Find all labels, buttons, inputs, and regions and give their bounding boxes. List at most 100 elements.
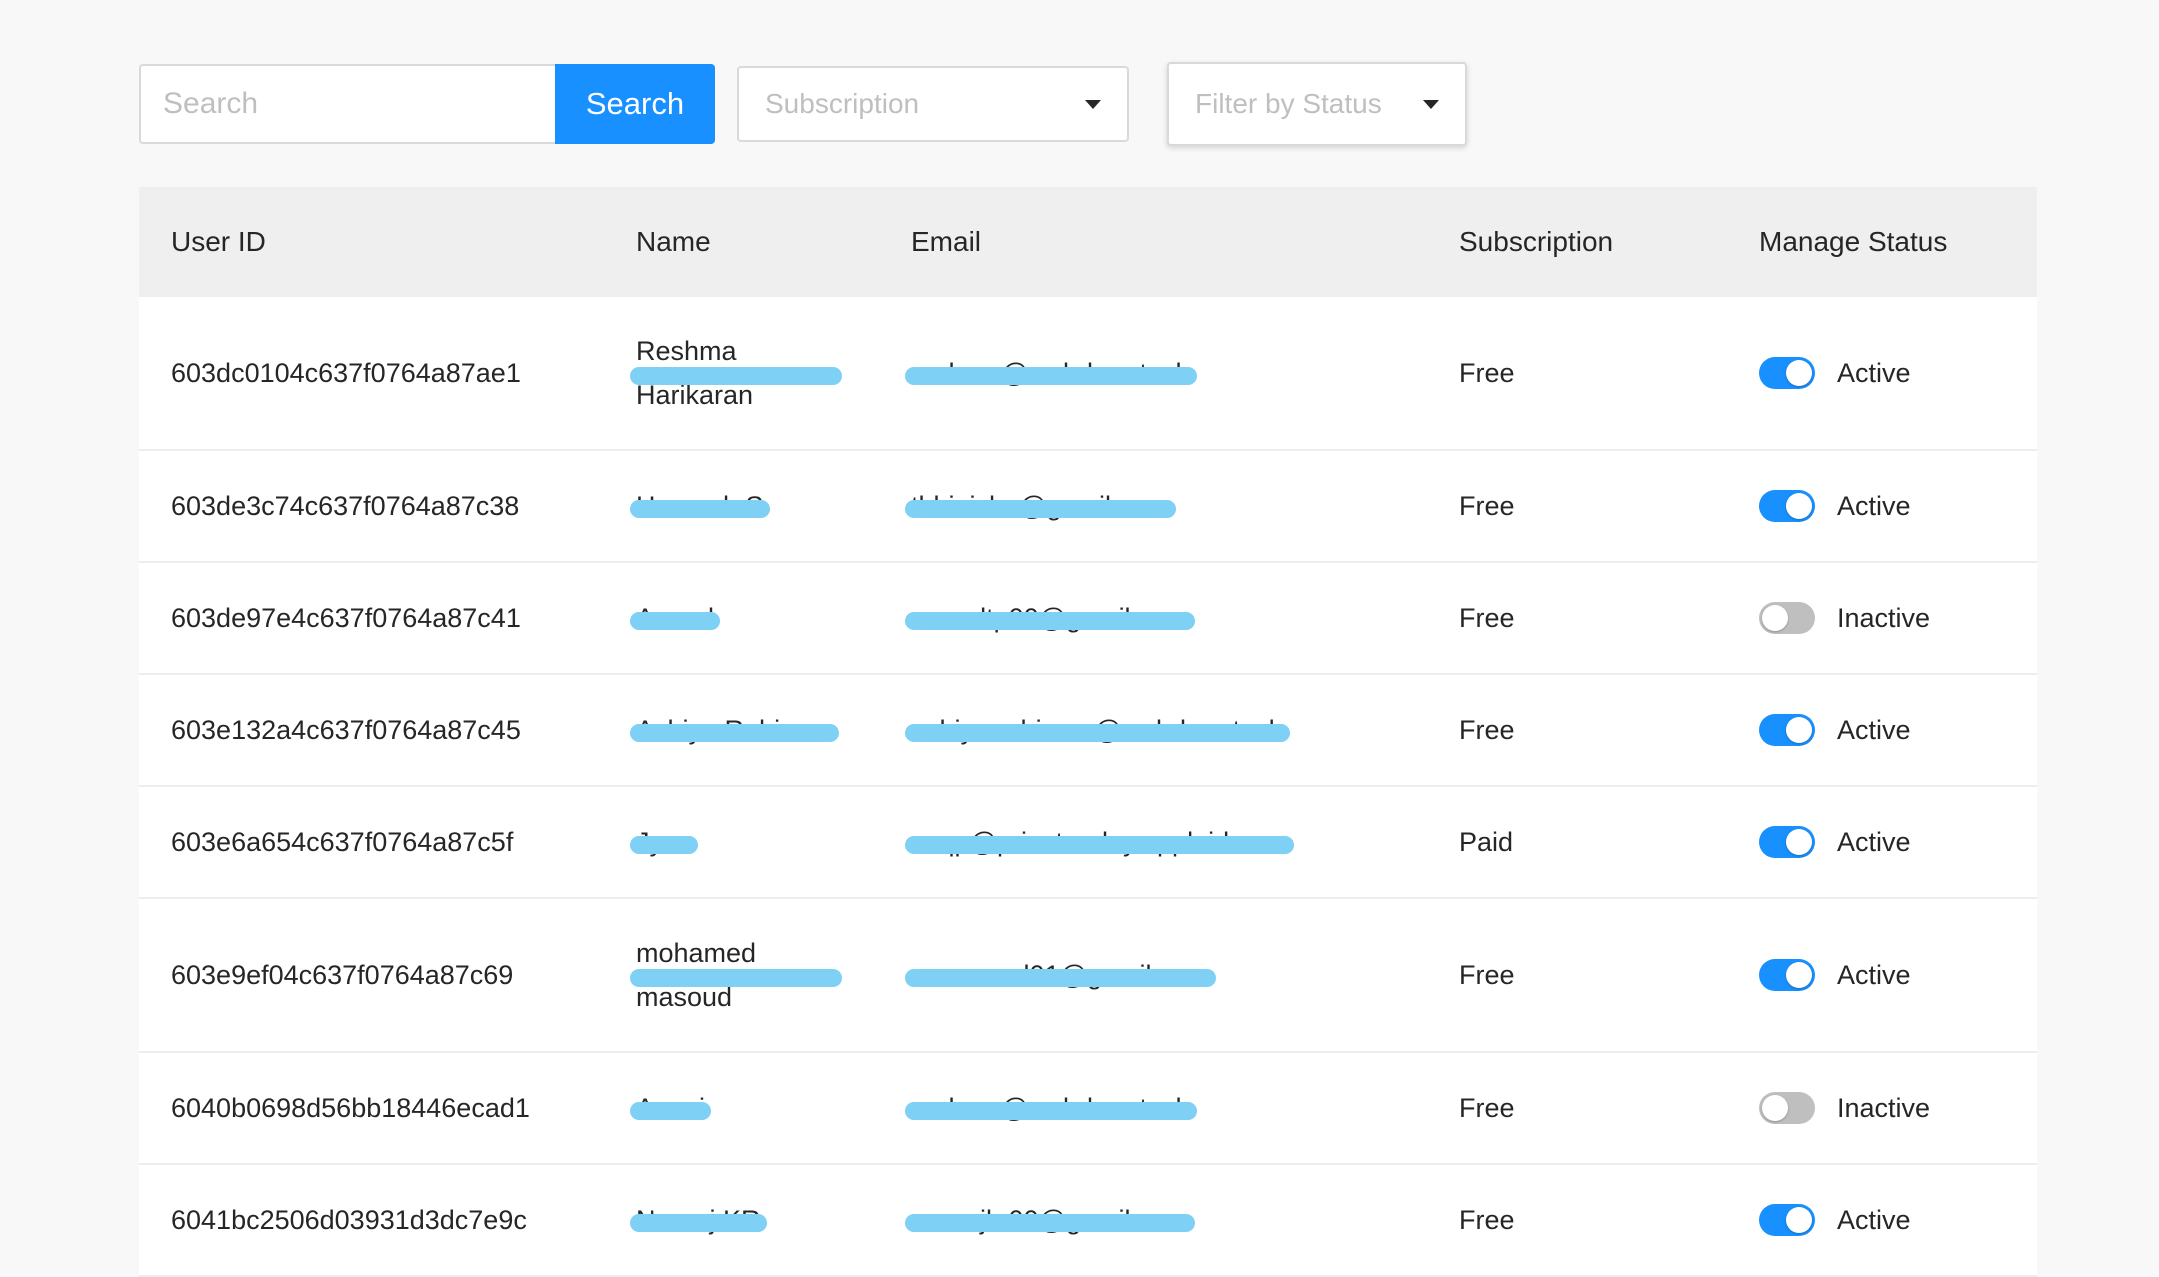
header-user-id: User ID [171, 226, 266, 257]
user-id-cell: 603de3c74c637f0764a87c38 [171, 491, 520, 521]
redacted-name: Hareesh S [630, 484, 770, 528]
subscription-select[interactable]: Subscription [737, 66, 1129, 142]
redacted-email: neerajkr00@gmail.com [904, 1198, 1196, 1242]
status-toggle[interactable] [1759, 959, 1815, 991]
redacted-name: Neeraj KR [630, 1198, 767, 1242]
status-cell: Inactive [1759, 596, 1930, 640]
status-label: Active [1837, 1205, 1911, 1235]
header-subscription: Subscription [1459, 226, 1614, 257]
email-cell: mmasoud01@gmail.com [904, 953, 1217, 997]
table-header: User ID Name Email Subscription Manage S… [139, 187, 2037, 297]
email-cell: ashiya.rahiman@webdura.tech [905, 708, 1290, 752]
table-row: 6040b0698d56bb18446ecad1 Ammi reshma@webdu… [139, 1053, 2037, 1165]
redacted-email: mmasoud01@gmail.com [904, 953, 1217, 997]
status-toggle[interactable] [1759, 602, 1815, 634]
redacted-name: Reshma Harikaran [630, 329, 842, 417]
status-toggle[interactable] [1759, 1092, 1815, 1124]
name-cell: Jyes [630, 820, 836, 864]
redacted-name: Ashiya Rahiman [630, 708, 839, 752]
email-cell: neerajkr00@gmail.com [904, 1198, 1196, 1242]
table-row: 603e9ef04c637f0764a87c69 mohamed masoud mm… [139, 899, 2037, 1053]
table-row: 603e132a4c637f0764a87c45 Ashiya Rahiman as… [139, 675, 2037, 787]
name-cell: mohamed masoud [630, 931, 842, 1019]
status-filter-select[interactable]: Filter by Status [1167, 62, 1467, 146]
user-id-cell: 603de97e4c637f0764a87c41 [171, 603, 521, 633]
caret-down-icon [1085, 100, 1101, 109]
name-cell: Ammi [630, 1086, 836, 1130]
name-cell: Ashiya Rahiman [630, 708, 839, 752]
redacted-name: Ammi [630, 1086, 711, 1130]
toolbar: Search Subscription Filter by Status [139, 62, 1467, 146]
status-toggle[interactable] [1759, 826, 1815, 858]
status-cell: Active [1759, 1198, 1911, 1242]
status-cell: Active [1759, 708, 1911, 752]
search-button[interactable]: Search [555, 64, 715, 144]
status-label: Active [1837, 715, 1911, 745]
status-cell: Active [1759, 953, 1911, 997]
subscription-cell: Free [1459, 358, 1515, 388]
status-label: Active [1837, 960, 1911, 990]
header-name: Name [636, 226, 711, 257]
name-cell: Neeraj KR [630, 1198, 836, 1242]
name-cell: Hareesh S [630, 484, 836, 528]
status-toggle[interactable] [1759, 1204, 1815, 1236]
redacted-name: Anand [629, 596, 721, 640]
toggle-knob [1786, 360, 1812, 386]
subscription-cell: Free [1459, 715, 1515, 745]
email-cell: voqp@privaterelay.appleid.com [905, 820, 1294, 864]
subscription-cell: Free [1459, 960, 1515, 990]
toggle-knob [1762, 1095, 1788, 1121]
search-group: Search [139, 64, 715, 144]
user-id-cell: 603e9ef04c637f0764a87c69 [171, 960, 514, 990]
status-cell: Active [1759, 820, 1911, 864]
table-row: 603de3c74c637f0764a87c38 Hareesh S thbinis… [139, 451, 2037, 563]
table-body: 603dc0104c637f0764a87ae1 Reshma Harikaran… [139, 297, 2037, 1277]
toggle-knob [1762, 605, 1788, 631]
toggle-knob [1786, 829, 1812, 855]
status-label: Active [1837, 827, 1911, 857]
subscription-cell: Free [1459, 603, 1515, 633]
subscription-cell: Free [1459, 1205, 1515, 1235]
table-row: 603dc0104c637f0764a87ae1 Reshma Harikaran… [139, 297, 2037, 451]
status-label: Active [1837, 358, 1911, 388]
redacted-email: reshma@webdura.tech [905, 351, 1197, 395]
redacted-email: anandtp00@gmail.com [904, 596, 1196, 640]
subscription-select-placeholder: Subscription [765, 88, 920, 119]
email-cell: thbinisha@gmail.com [905, 484, 1176, 528]
email-cell: reshma@webdura.tech [905, 351, 1197, 395]
users-table: User ID Name Email Subscription Manage S… [139, 187, 2037, 1277]
user-id-cell: 603dc0104c637f0764a87ae1 [171, 358, 521, 388]
redacted-email: voqp@privaterelay.appleid.com [905, 820, 1294, 864]
search-input[interactable] [139, 64, 555, 144]
header-manage-status: Manage Status [1759, 226, 1948, 257]
toggle-knob [1786, 717, 1812, 743]
email-cell: reshma@webdura.tech [905, 1086, 1197, 1130]
status-filter-placeholder: Filter by Status [1195, 88, 1382, 119]
toggle-knob [1786, 1207, 1812, 1233]
redacted-name: Jyes [630, 820, 698, 864]
redacted-name: mohamed masoud [630, 931, 842, 1019]
redacted-email: reshma@webdura.tech [905, 1086, 1197, 1130]
status-label: Active [1837, 491, 1911, 521]
user-id-cell: 6041bc2506d03931d3dc7e9c [171, 1205, 527, 1235]
table-row: 603e6a654c637f0764a87c5f Jyes voqp@private… [139, 787, 2037, 899]
subscription-cell: Free [1459, 491, 1515, 521]
header-email: Email [911, 226, 982, 257]
email-cell: anandtp00@gmail.com [904, 596, 1196, 640]
table-row: 6041bc2506d03931d3dc7e9c Neeraj KR neerajk… [139, 1165, 2037, 1277]
status-label: Inactive [1837, 1093, 1931, 1123]
caret-down-icon [1423, 100, 1439, 109]
status-toggle[interactable] [1759, 490, 1815, 522]
status-cell: Active [1759, 484, 1911, 528]
status-cell: Active [1759, 351, 1911, 395]
status-toggle[interactable] [1759, 357, 1815, 389]
name-cell: Reshma Harikaran [630, 329, 842, 417]
toggle-knob [1786, 493, 1812, 519]
status-toggle[interactable] [1759, 714, 1815, 746]
redacted-email: ashiya.rahiman@webdura.tech [905, 708, 1290, 752]
status-label: Inactive [1837, 603, 1931, 633]
user-id-cell: 603e6a654c637f0764a87c5f [171, 827, 514, 857]
toggle-knob [1786, 962, 1812, 988]
redacted-email: thbinisha@gmail.com [905, 484, 1176, 528]
user-id-cell: 603e132a4c637f0764a87c45 [171, 715, 521, 745]
